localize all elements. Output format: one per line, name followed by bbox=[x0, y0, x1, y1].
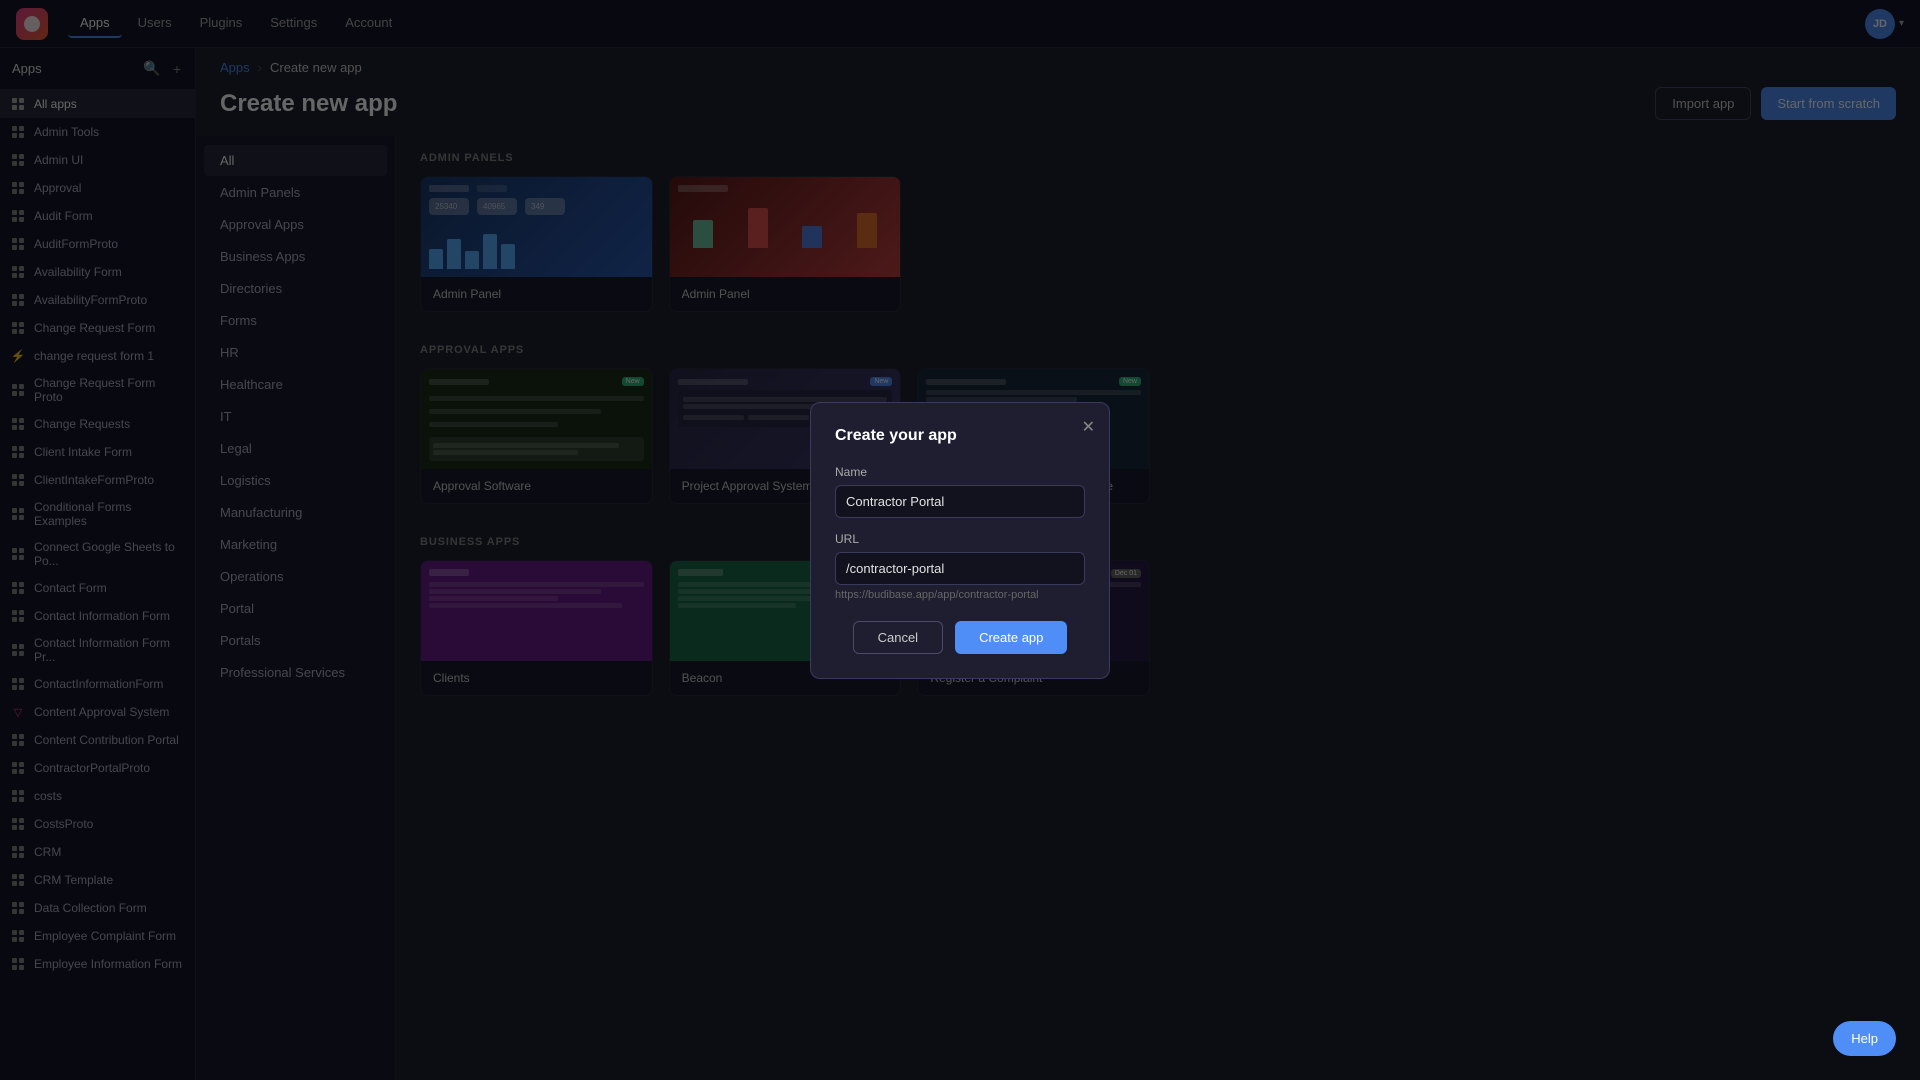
modal-overlay[interactable]: ✕ Create your app Name URL https://budib… bbox=[0, 0, 1920, 1080]
modal-close-button[interactable]: ✕ bbox=[1082, 417, 1095, 437]
modal-actions: Cancel Create app bbox=[835, 621, 1085, 654]
modal-url-label: URL bbox=[835, 532, 1085, 546]
modal-url-input[interactable] bbox=[835, 552, 1085, 585]
modal-url-hint: https://budibase.app/app/contractor-port… bbox=[835, 589, 1085, 601]
help-button[interactable]: Help bbox=[1833, 1021, 1896, 1056]
create-app-modal: ✕ Create your app Name URL https://budib… bbox=[810, 402, 1110, 679]
modal-url-field: URL https://budibase.app/app/contractor-… bbox=[835, 532, 1085, 601]
modal-name-label: Name bbox=[835, 465, 1085, 479]
modal-name-input[interactable] bbox=[835, 485, 1085, 518]
modal-name-field: Name bbox=[835, 465, 1085, 518]
modal-title: Create your app bbox=[835, 427, 1085, 445]
modal-create-button[interactable]: Create app bbox=[955, 621, 1067, 654]
modal-cancel-button[interactable]: Cancel bbox=[853, 621, 943, 654]
